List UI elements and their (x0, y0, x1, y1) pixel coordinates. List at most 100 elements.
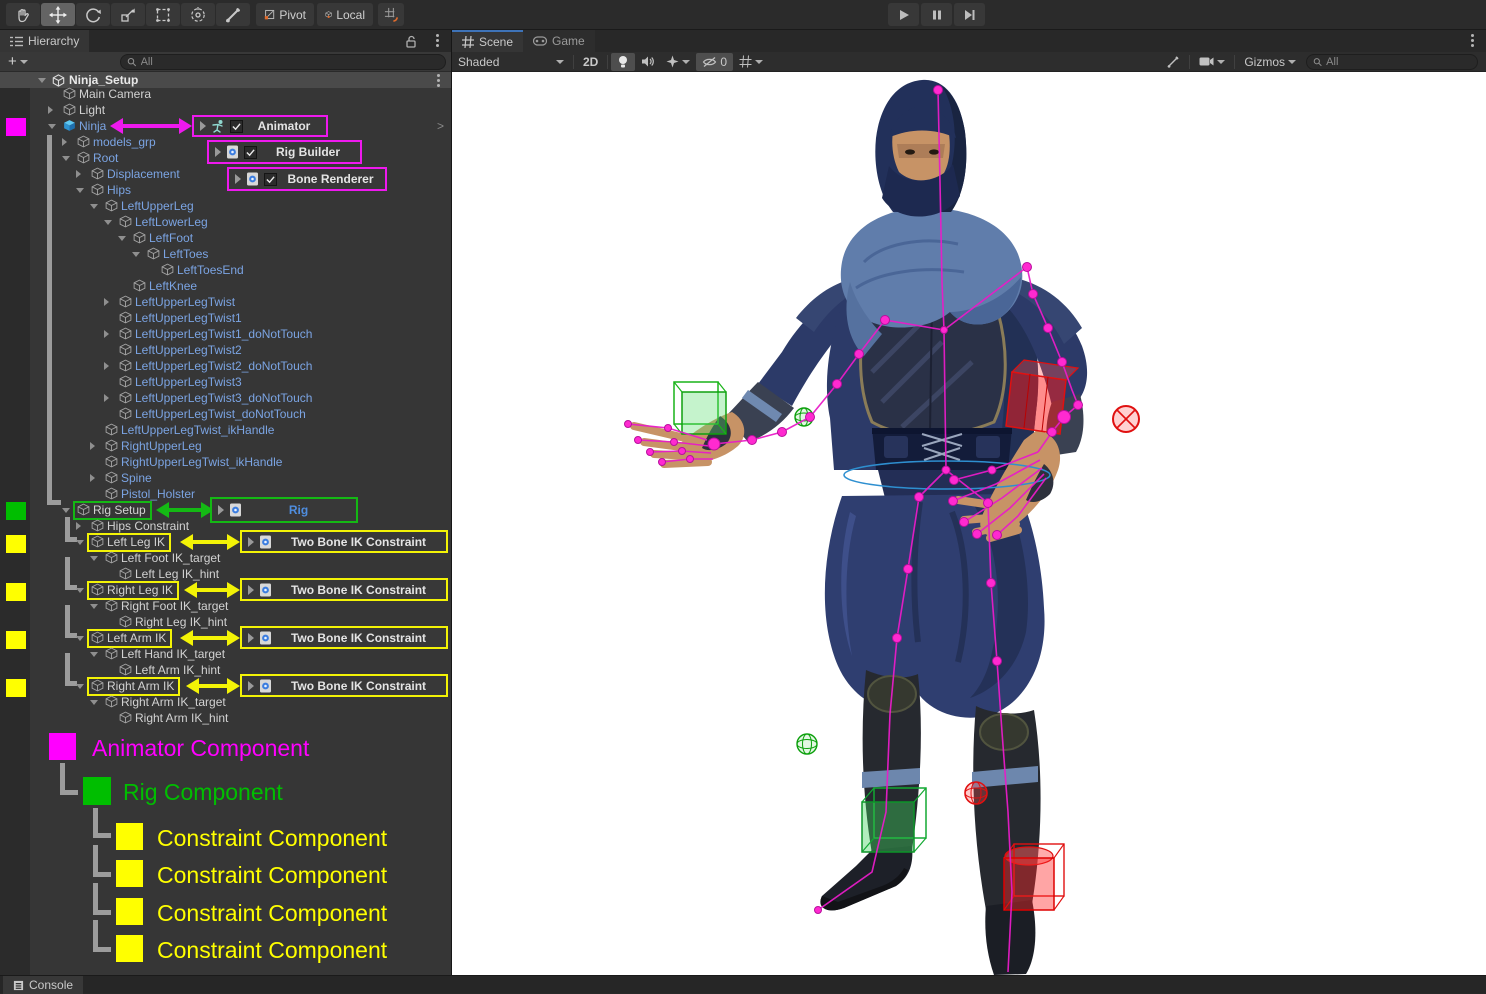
two-bone-ik-box-right-arm[interactable]: Two Bone IK Constraint (240, 674, 448, 697)
expand-arrow-icon[interactable] (132, 252, 140, 257)
local-toggle-button[interactable]: Local (317, 3, 373, 26)
tab-hierarchy[interactable]: Hierarchy (0, 30, 89, 52)
animator-enabled-checkbox[interactable] (230, 120, 243, 133)
expand-arrow-icon[interactable] (76, 522, 81, 530)
hierarchy-item-spine[interactable]: Spine (0, 470, 452, 486)
expand-arrow-icon[interactable] (76, 636, 84, 641)
bone-renderer-enabled-checkbox[interactable] (264, 173, 277, 186)
hierarchy-item-leftupperlegtwist2[interactable]: LeftUpperLegTwist2 (0, 342, 452, 358)
hierarchy-item-lefttoesend[interactable]: LeftToesEnd (0, 262, 452, 278)
expand-arrow-icon[interactable] (104, 298, 109, 306)
rotate-tool-button[interactable] (76, 3, 110, 26)
expand-arrow-icon[interactable] (76, 170, 81, 178)
pause-button[interactable] (921, 3, 952, 26)
play-button[interactable] (888, 3, 919, 26)
expand-arrow-icon[interactable] (76, 684, 84, 689)
tab-game[interactable]: Game (523, 30, 595, 52)
expand-icon[interactable] (200, 121, 206, 131)
lighting-toggle-button[interactable] (611, 53, 635, 71)
hierarchy-item-leftupperlegtwist-ikhandle[interactable]: LeftUpperLegTwist_ikHandle (0, 422, 452, 438)
expand-arrow-icon[interactable] (62, 508, 70, 513)
rig-builder-component-box[interactable]: Rig Builder (207, 140, 362, 164)
scene-visibility-button[interactable]: 0 (696, 53, 733, 71)
scene-header-menu-icon[interactable] (437, 79, 440, 82)
expand-icon[interactable] (248, 585, 254, 595)
expand-arrow-icon[interactable] (90, 652, 98, 657)
two-bone-ik-box-left-arm[interactable]: Two Bone IK Constraint (240, 626, 448, 649)
expand-icon[interactable] (218, 505, 224, 515)
expand-arrow-icon[interactable] (90, 474, 95, 482)
ik-target-right-foot-gizmo[interactable] (1004, 844, 1064, 910)
grid-snap-button[interactable] (378, 3, 404, 26)
audio-toggle-button[interactable] (635, 53, 660, 71)
expand-arrow-icon[interactable] (48, 106, 53, 114)
two-bone-ik-box-left-leg[interactable]: Two Bone IK Constraint (240, 530, 448, 553)
expand-arrow-icon[interactable] (48, 124, 56, 129)
expand-icon[interactable] (235, 174, 241, 184)
gizmos-dropdown[interactable]: Gizmos (1238, 53, 1302, 71)
hierarchy-item-leftupperlegtwist3[interactable]: LeftUpperLegTwist3 (0, 374, 452, 390)
hierarchy-search-input[interactable] (141, 56, 439, 68)
hierarchy-item-leftupperlegtwist[interactable]: LeftUpperLegTwist (0, 294, 452, 310)
rig-component-box[interactable]: Rig (210, 497, 358, 523)
expand-icon[interactable] (248, 681, 254, 691)
rig-builder-enabled-checkbox[interactable] (244, 146, 257, 159)
lock-icon[interactable] (406, 35, 417, 53)
custom-tool-button[interactable] (216, 3, 250, 26)
expand-arrow-icon[interactable] (62, 138, 67, 146)
hierarchy-item-rightupperleg[interactable]: RightUpperLeg (0, 438, 452, 454)
ik-hint-right-leg-gizmo[interactable] (965, 782, 987, 804)
hierarchy-item-lefttoes[interactable]: LeftToes (0, 246, 452, 262)
hierarchy-item-leftupperlegtwist2-donottouch[interactable]: LeftUpperLegTwist2_doNotTouch (0, 358, 452, 374)
hierarchy-item-leftknee[interactable]: LeftKnee (0, 278, 452, 294)
animator-component-box[interactable]: Animator (192, 115, 328, 137)
expand-arrow-icon[interactable] (90, 204, 98, 209)
hierarchy-item-rightupperlegtwist-ikhandle[interactable]: RightUpperLegTwist_ikHandle (0, 454, 452, 470)
two-bone-ik-box-right-leg[interactable]: Two Bone IK Constraint (240, 578, 448, 601)
step-button[interactable] (954, 3, 985, 26)
hierarchy-item-main-camera[interactable]: Main Camera (0, 86, 452, 102)
hierarchy-item-right-arm-ik-hint[interactable]: Right Arm IK_hint (0, 710, 452, 726)
ik-target-left-hand-gizmo[interactable] (674, 382, 726, 434)
prefab-open-chevron-icon[interactable]: > (437, 119, 444, 133)
expand-arrow-icon[interactable] (76, 588, 84, 593)
collapse-arrow-icon[interactable] (38, 78, 46, 83)
pivot-toggle-button[interactable]: Pivot (256, 3, 314, 26)
create-object-button[interactable]: + (8, 53, 28, 70)
hierarchy-item-leftupperlegtwist1-donottouch[interactable]: LeftUpperLegTwist1_doNotTouch (0, 326, 452, 342)
scene-search-input[interactable] (1326, 56, 1471, 68)
move-tool-button[interactable] (41, 3, 75, 26)
expand-icon[interactable] (215, 147, 221, 157)
scene-search[interactable] (1306, 54, 1478, 70)
expand-arrow-icon[interactable] (76, 540, 84, 545)
tab-scene[interactable]: Scene (452, 30, 523, 52)
hierarchy-item-leftfoot[interactable]: LeftFoot (0, 230, 452, 246)
rect-tool-button[interactable] (146, 3, 180, 26)
hierarchy-menu-icon[interactable] (436, 39, 439, 42)
expand-icon[interactable] (248, 537, 254, 547)
ik-hint-left-leg-gizmo[interactable] (797, 734, 817, 754)
expand-arrow-icon[interactable] (90, 700, 98, 705)
expand-arrow-icon[interactable] (90, 442, 95, 450)
expand-arrow-icon[interactable] (104, 330, 109, 338)
hierarchy-item-leftupperleg[interactable]: LeftUpperLeg (0, 198, 452, 214)
tab-console[interactable]: Console (3, 976, 83, 994)
scene-menu-icon[interactable] (1471, 39, 1474, 42)
scene-viewport[interactable] (452, 72, 1486, 975)
hierarchy-item-leftupperlegtwist-donottouch[interactable]: LeftUpperLegTwist_doNotTouch (0, 406, 452, 422)
hand-tool-button[interactable] (6, 3, 40, 26)
2d-toggle-button[interactable]: 2D (577, 53, 604, 71)
expand-arrow-icon[interactable] (90, 604, 98, 609)
expand-arrow-icon[interactable] (104, 394, 109, 402)
scene-tools-button[interactable] (1160, 53, 1186, 71)
effects-dropdown-button[interactable] (660, 53, 696, 71)
grid-visibility-dropdown[interactable] (733, 53, 769, 71)
expand-arrow-icon[interactable] (62, 156, 70, 161)
bone-renderer-component-box[interactable]: Bone Renderer (227, 167, 387, 191)
ik-hint-right-arm-gizmo[interactable] (1113, 406, 1139, 432)
transform-tool-button[interactable] (181, 3, 215, 26)
shading-mode-dropdown[interactable]: Shaded (452, 53, 570, 71)
scale-tool-button[interactable] (111, 3, 145, 26)
hierarchy-item-leftupperlegtwist1[interactable]: LeftUpperLegTwist1 (0, 310, 452, 326)
expand-arrow-icon[interactable] (90, 556, 98, 561)
